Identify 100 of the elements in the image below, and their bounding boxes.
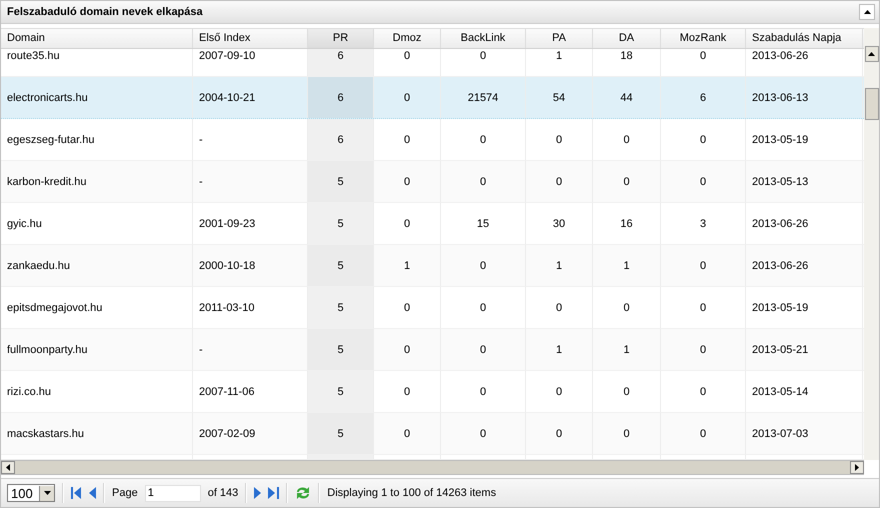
column-header[interactable]: Szabadulás Napja [746,29,863,48]
table-cell: electronicarts.hu [1,77,193,118]
table-cell: 0 [661,287,746,328]
table-cell: - [193,161,308,202]
table-cell: 0 [441,119,526,160]
column-header[interactable]: BackLink [441,29,526,48]
table-cell: egeszseg-futar.hu [1,119,193,160]
table-row[interactable]: zankaedu.hu 2000-10-18 5 1 0 1 1 0 2013-06-26 [1,245,864,287]
column-header[interactable]: Dmoz [374,29,441,48]
table-cell: 1 [374,245,441,286]
table-cell: 5 [308,329,374,370]
table-row[interactable]: karbon-kredit.hu - 5 0 0 0 0 0 2013-05-13 [1,161,864,203]
table-cell: route35.hu [1,49,193,76]
table-cell: 2013-05-19 [746,287,863,328]
table-cell: 3 [661,203,746,244]
page-input[interactable]: 1 [144,484,201,502]
horizontal-scrollbar[interactable] [1,460,864,475]
table-cell: 6 [661,77,746,118]
table-cell: 0 [661,371,746,412]
caret-left-icon [6,464,10,471]
caret-down-icon [44,491,50,495]
table-cell: 0 [661,49,746,76]
table-cell: 54 [526,77,593,118]
table-cell: 0 [374,49,441,76]
table-row[interactable]: fullmoonparty.hu - 5 0 0 1 1 0 2013-05-21 [1,329,864,371]
table-cell: 16 [593,203,661,244]
table-cell: 5 [308,413,374,454]
column-header[interactable]: Domain [1,29,193,48]
table-cell: 0 [526,287,593,328]
table-cell: 1 [593,245,661,286]
table-cell: 2013-05-13 [746,161,863,202]
next-page-icon[interactable] [254,487,262,499]
table-cell: 0 [441,161,526,202]
table-cell: 0 [441,371,526,412]
first-page-icon[interactable] [71,487,82,499]
vertical-scrollbar[interactable] [864,28,879,460]
table-cell: 0 [441,329,526,370]
table-cell: 0 [661,413,746,454]
table-cell: rizi.co.hu [1,371,193,412]
table-row[interactable]: macskastars.hu 2007-02-09 5 0 0 0 0 0 2013-07-03 [1,413,864,455]
last-page-icon[interactable] [268,487,280,499]
table-row[interactable]: egeszseg-futar.hu - 6 0 0 0 0 0 2013-05-19 [1,119,864,161]
table-cell: 0 [374,203,441,244]
previous-page-icon[interactable] [89,487,96,499]
refresh-icon[interactable] [295,486,312,500]
table-cell: macskastars.hu [1,413,193,454]
table-cell: 0 [374,329,441,370]
table-cell: 0 [374,371,441,412]
page-size-select[interactable]: 100 [7,484,55,502]
caret-right-icon [855,464,859,471]
table-cell: 2013-06-13 [746,77,863,118]
table-cell: 2013-07-03 [746,413,863,454]
table-cell: 0 [661,245,746,286]
scrollbar-thumb[interactable] [864,88,878,120]
table-cell: 0 [593,413,661,454]
column-header[interactable]: MozRank [661,29,746,48]
table-cell: 1 [526,49,593,76]
table-row[interactable]: epitsdmegajovot.hu 2011-03-10 5 0 0 0 0 0 2013-05-19 [1,287,864,329]
table-cell: 2007-02-09 [193,413,308,454]
table-cell: 0 [593,119,661,160]
table-row[interactable]: gyic.hu 2001-09-23 5 0 15 30 16 3 2013-06-26 [1,203,864,245]
table-cell: 5 [308,371,374,412]
table-cell: 2013-05-21 [746,329,863,370]
table-cell: 0 [593,287,661,328]
collapse-button[interactable] [859,4,875,20]
table-cell: 1 [526,245,593,286]
table-cell: 0 [441,413,526,454]
table-row[interactable]: route35.hu 2007-09-10 6 0 0 1 18 0 2013-06-26 [1,49,864,77]
table-cell: 6 [308,49,374,76]
table-cell: 21574 [441,77,526,118]
page-count: of 143 [208,487,238,499]
table-cell: - [193,329,308,370]
table-cell: 2007-09-10 [193,49,308,76]
table-cell: 0 [661,119,746,160]
table-cell: 1 [593,329,661,370]
column-header[interactable]: PA [526,29,593,48]
table-cell: 6 [308,77,374,118]
table-row[interactable]: rizi.co.hu 2007-11-06 5 0 0 0 0 0 2013-05-14 [1,371,864,413]
table-cell: 2000-10-18 [193,245,308,286]
table-row[interactable]: electronicarts.hu 2004-10-21 6 0 21574 54 44 6 2013-06-13 [1,77,864,119]
table-cell: 0 [374,119,441,160]
table-cell: 0 [374,287,441,328]
table-cell: 2011-03-10 [193,287,308,328]
column-header[interactable]: DA [593,29,661,48]
table-cell: 0 [374,161,441,202]
table-cell: 5 [308,287,374,328]
page-label: Page [112,487,138,499]
table-cell: 2013-06-26 [746,245,863,286]
table-cell: 30 [526,203,593,244]
table-cell: 2007-11-06 [193,371,308,412]
table-cell: 44 [593,77,661,118]
panel-title: Felszabaduló domain nevek elkapása [7,6,203,18]
caret-up-icon [868,52,875,56]
table-cell: 18 [593,49,661,76]
column-header[interactable]: PR [308,29,374,48]
table-cell: 0 [526,371,593,412]
table-cell: 1 [526,329,593,370]
table-cell: 5 [308,161,374,202]
table-cell: 0 [661,161,746,202]
table-cell: 0 [661,329,746,370]
